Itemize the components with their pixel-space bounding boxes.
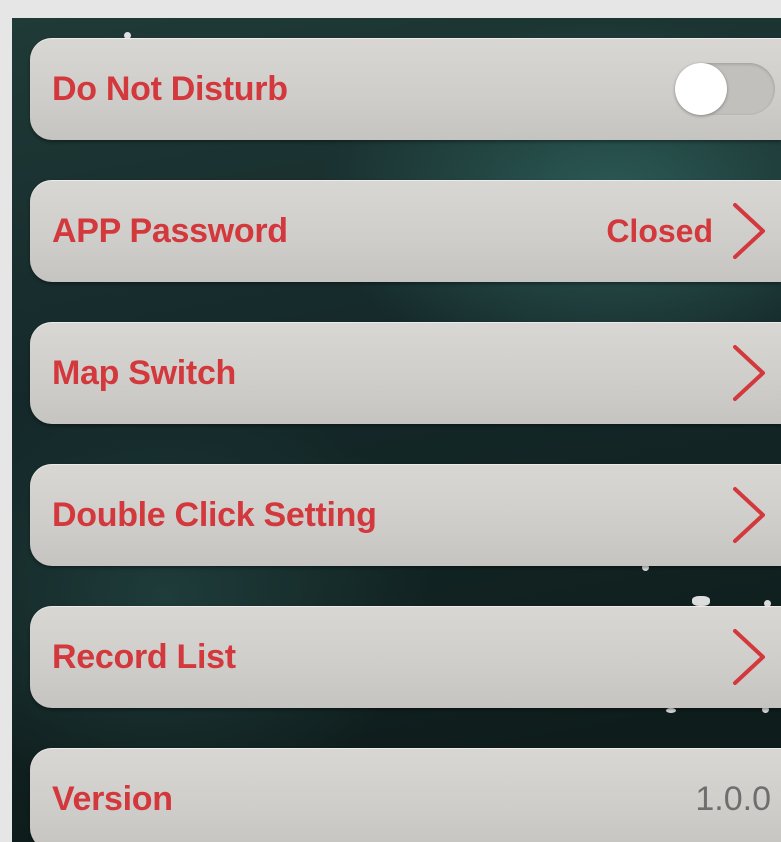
settings-item-label: Map Switch [52,353,237,392]
settings-item-map-switch[interactable]: Map Switch [30,322,781,424]
settings-item-double-click-setting[interactable]: Double Click Setting [30,464,781,566]
settings-screen: Do Not Disturb APP Password Closed Map S… [12,18,781,842]
version-number: 1.0.0 [695,779,771,818]
settings-item-label: Record List [52,637,236,676]
settings-item-label: Version [52,779,173,818]
app-password-status: Closed [606,212,713,249]
settings-item-label: Do Not Disturb [52,69,288,108]
settings-item-label: APP Password [52,211,288,250]
chevron-right-icon [733,203,765,259]
settings-item-do-not-disturb[interactable]: Do Not Disturb [30,38,781,140]
toggle-knob [675,63,727,115]
chevron-right-icon [733,345,765,401]
petal-decoration [692,596,710,606]
petal-decoration [666,708,676,713]
settings-item-label: Double Click Setting [52,495,377,534]
chevron-right-icon [733,487,765,543]
settings-item-record-list[interactable]: Record List [30,606,781,708]
settings-item-version: Version 1.0.0 [30,748,781,842]
settings-item-app-password[interactable]: APP Password Closed [30,180,781,282]
chevron-right-icon [733,629,765,685]
do-not-disturb-toggle[interactable] [675,63,775,115]
